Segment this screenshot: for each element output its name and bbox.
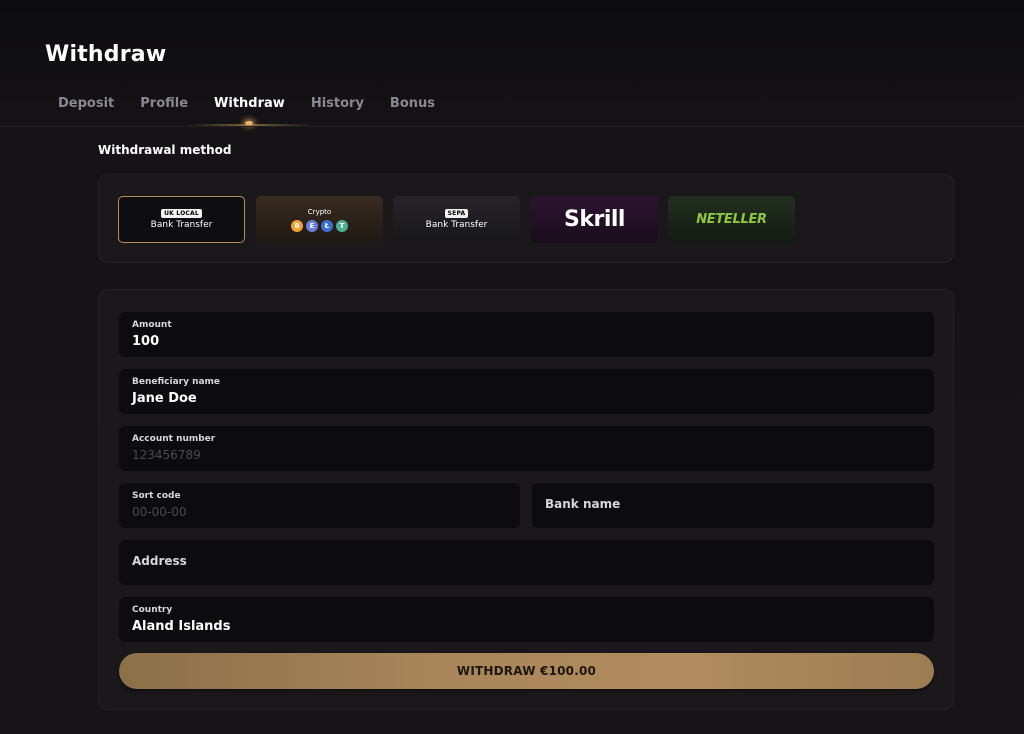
country-select[interactable]: Country Aland Islands (119, 597, 934, 642)
account-number-field[interactable]: Account number 123456789 (119, 426, 934, 471)
amount-value: 100 (132, 334, 160, 349)
amount-field[interactable]: Amount 100 (119, 312, 934, 357)
address-placeholder: Address (132, 554, 187, 568)
method-neteller[interactable]: NETELLER (668, 196, 795, 243)
page-title: Withdraw (45, 42, 167, 67)
tab-bonus[interactable]: Bonus (377, 95, 448, 113)
method-label: Bank Transfer (150, 219, 213, 230)
neteller-logo: NETELLER (696, 212, 767, 227)
sort-code-label: Sort code (132, 491, 181, 501)
country-label: Country (132, 605, 173, 615)
method-skrill[interactable]: Skrill (531, 196, 658, 243)
method-sepa-bank-transfer[interactable]: SEPA Bank Transfer (393, 196, 520, 243)
bank-name-placeholder: Bank name (545, 497, 621, 511)
uk-local-tag: UK LOCAL (161, 208, 202, 218)
withdraw-button[interactable]: WITHDRAW €100.00 (119, 653, 934, 689)
header-divider (0, 126, 1024, 127)
method-uk-bank-transfer[interactable]: UK LOCAL Bank Transfer (118, 196, 245, 243)
crypto-coins: B E Ł T (291, 219, 348, 232)
beneficiary-name-label: Beneficiary name (132, 377, 221, 387)
tab-profile[interactable]: Profile (127, 95, 201, 113)
withdrawal-method-label: Withdrawal method (98, 143, 232, 157)
tab-deposit[interactable]: Deposit (45, 95, 127, 113)
amount-label: Amount (132, 320, 172, 330)
method-crypto[interactable]: Crypto B E Ł T (256, 196, 383, 243)
ethereum-icon: E (306, 219, 318, 232)
sort-code-placeholder: 00-00-00 (132, 505, 187, 519)
withdraw-page: Withdraw Deposit Profile Withdraw Histor… (0, 0, 1024, 734)
account-tabs: Deposit Profile Withdraw History Bonus (45, 95, 448, 126)
address-field[interactable]: Address (119, 540, 934, 585)
sort-code-field[interactable]: Sort code 00-00-00 (119, 483, 520, 528)
country-value: Aland Islands (132, 619, 231, 634)
tab-withdraw[interactable]: Withdraw (187, 95, 312, 126)
tab-history[interactable]: History (298, 95, 377, 113)
beneficiary-name-field[interactable]: Beneficiary name Jane Doe (119, 369, 934, 414)
beneficiary-name-value: Jane Doe (132, 391, 197, 406)
method-label: Crypto (307, 207, 332, 216)
account-number-label: Account number (132, 434, 216, 444)
account-number-placeholder: 123456789 (132, 448, 201, 462)
withdraw-form: Amount 100 Beneficiary name Jane Doe Acc… (98, 289, 954, 710)
litecoin-icon: Ł (321, 219, 333, 232)
skrill-logo: Skrill (564, 207, 625, 232)
method-label: Bank Transfer (425, 219, 488, 230)
bitcoin-icon: B (291, 219, 303, 232)
withdrawal-methods-card: UK LOCAL Bank Transfer Crypto B E Ł T SE… (98, 174, 954, 263)
bank-name-field[interactable]: Bank name (532, 483, 934, 528)
sepa-tag: SEPA (444, 208, 469, 218)
tether-icon: T (336, 219, 348, 232)
